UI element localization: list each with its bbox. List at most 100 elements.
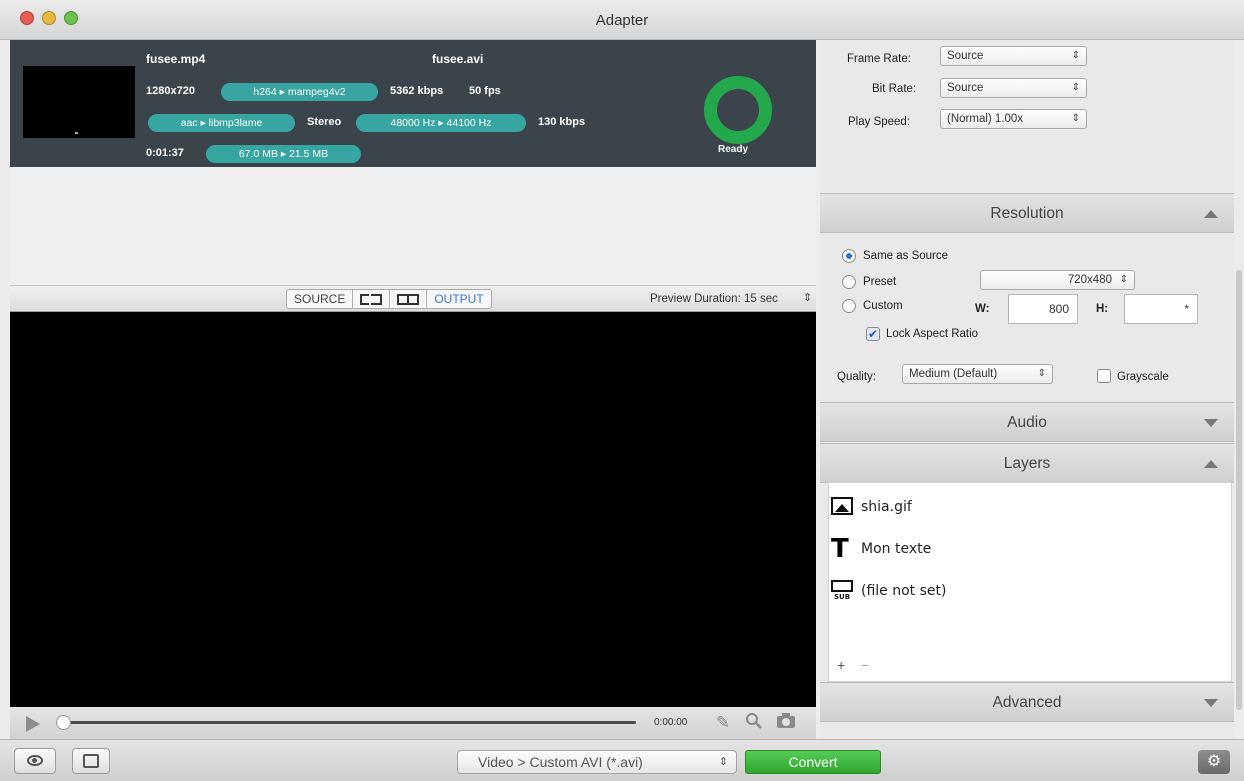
preview-toggle-button[interactable] — [14, 748, 56, 774]
output-format-select[interactable]: Video > Custom AVI (*.avi) ⇕ — [457, 750, 737, 774]
video-bitrate-info: 5362 kbps — [390, 85, 444, 97]
select-arrows-icon: ⇕ — [1037, 368, 1046, 379]
channels-info: Stereo — [307, 116, 342, 128]
bit-rate-value: Source — [947, 82, 984, 94]
frame-rate-value: Source — [947, 50, 984, 62]
output-filename: fusee.avi — [432, 52, 484, 66]
settings-panel: Frame Rate: Source ⇕ Bit Rate: Source ⇕ Pl… — [820, 40, 1234, 739]
text-layer-icon: T — [831, 534, 849, 564]
bottom-bar: Video > Custom AVI (*.avi) ⇕ Convert ⚙ — [0, 739, 1244, 781]
preset-radio[interactable] — [842, 275, 856, 289]
source-mode-button[interactable]: SOURCE — [287, 290, 354, 308]
select-arrows-icon: ⇕ — [1071, 82, 1080, 93]
remove-layer-button[interactable]: − — [861, 657, 869, 673]
custom-label: Custom — [863, 300, 903, 312]
grayscale-checkbox[interactable] — [1097, 369, 1111, 383]
select-arrows-icon: ⇕ — [718, 756, 728, 768]
layers-list: shia.gif T Mon texte SUB (file not set) … — [828, 482, 1232, 682]
layers-section-header[interactable]: Layers — [820, 443, 1234, 483]
quality-select[interactable]: Medium (Default) ⇕ — [902, 364, 1053, 384]
layer-label: Mon texte — [861, 541, 932, 557]
size-pill: 67.0 MB ▸ 21.5 MB — [206, 145, 361, 163]
frame-rate-select[interactable]: Source ⇕ — [940, 46, 1087, 66]
convert-button[interactable]: Convert — [745, 750, 881, 774]
custom-radio[interactable] — [842, 299, 856, 313]
resolution-section-header[interactable]: Resolution — [820, 193, 1234, 233]
status-ring — [704, 76, 772, 144]
expand-icon — [1204, 699, 1218, 707]
image-layer-icon — [831, 497, 853, 515]
window-title: Adapter — [595, 12, 649, 29]
preview-duration-label[interactable]: Preview Duration: 15 sec — [650, 293, 778, 305]
lock-aspect-label: Lock Aspect Ratio — [886, 328, 979, 340]
collapse-icon — [1204, 210, 1218, 218]
status-text: Ready — [718, 144, 749, 155]
settings-scrollbar[interactable] — [1236, 270, 1242, 710]
select-arrows-icon: ⇕ — [1071, 113, 1080, 124]
audio-codec-pill: aac ▸ libmp3lame — [148, 114, 295, 132]
search-icon[interactable] — [743, 712, 765, 734]
collapse-icon — [1204, 460, 1218, 468]
eye-icon — [27, 755, 43, 766]
file-list-empty-area — [10, 167, 816, 285]
width-field[interactable]: 800 — [1008, 294, 1078, 324]
lock-aspect-checkbox[interactable]: ✔ — [866, 327, 880, 341]
audio-title: Audio — [1007, 414, 1047, 431]
height-label: H: — [1096, 303, 1109, 315]
height-field[interactable]: * — [1124, 294, 1198, 324]
play-speed-select[interactable]: (Normal) 1.00x ⇕ — [940, 109, 1087, 129]
layer-label: (file not set) — [861, 583, 947, 599]
play-icon[interactable] — [26, 716, 40, 732]
scrub-knob[interactable] — [56, 715, 71, 730]
gear-icon[interactable]: ⚙ — [1198, 750, 1230, 774]
subtitle-layer-icon-label: SUB — [834, 593, 851, 601]
preview-toolbar: SOURCE OUTPUT Preview Duration: 15 sec ⇕ — [10, 285, 816, 312]
preview-mode-segmented: SOURCE OUTPUT — [286, 289, 492, 309]
same-as-source-label: Same as Source — [863, 250, 949, 262]
preset-value: 720x480 — [1067, 274, 1112, 286]
same-as-source-radio[interactable] — [842, 249, 856, 263]
audio-section-header[interactable]: Audio — [820, 402, 1234, 442]
fps-info: 50 fps — [469, 85, 501, 97]
magic-wand-icon[interactable]: ✎ — [712, 712, 734, 734]
split-view-icon — [360, 293, 383, 305]
split-view-button[interactable] — [353, 290, 391, 308]
output-format-value: Video > Custom AVI (*.avi) — [478, 754, 643, 770]
quality-value: Medium (Default) — [909, 368, 998, 380]
video-thumbnail — [23, 66, 135, 138]
play-speed-label: Play Speed: — [848, 116, 911, 128]
preview-duration-stepper[interactable]: ⇕ — [803, 291, 812, 304]
layers-title: Layers — [1003, 455, 1051, 472]
layer-item-text[interactable]: T Mon texte — [829, 535, 1229, 565]
camera-icon[interactable] — [775, 712, 797, 734]
side-by-side-button[interactable] — [390, 290, 428, 308]
duration-info: 0:01:37 — [146, 147, 184, 159]
preset-label: Preset — [863, 276, 897, 288]
scrub-track[interactable] — [62, 721, 636, 724]
layer-item-image[interactable]: shia.gif — [829, 493, 1229, 523]
timecode: 0:00:00 — [654, 717, 688, 728]
video-preview — [10, 312, 816, 707]
advanced-title: Advanced — [992, 694, 1062, 711]
layer-label: shia.gif — [861, 499, 912, 515]
grayscale-label: Grayscale — [1117, 371, 1169, 383]
resolution-title: Resolution — [990, 205, 1064, 222]
add-layer-button[interactable]: + — [837, 657, 845, 673]
log-button[interactable] — [72, 748, 110, 774]
side-by-side-icon — [397, 293, 420, 305]
file-row[interactable]: fusee.mp4 fusee.avi 1280x720 h264 ▸ mamp… — [10, 40, 816, 167]
audio-bitrate-info: 130 kbps — [538, 116, 586, 128]
expand-icon — [1204, 419, 1218, 427]
advanced-section-header[interactable]: Advanced — [820, 682, 1234, 722]
video-codec-pill: h264 ▸ mampeg4v2 — [221, 83, 378, 101]
bit-rate-select[interactable]: Source ⇕ — [940, 78, 1087, 98]
output-mode-button[interactable]: OUTPUT — [427, 290, 490, 308]
input-filename: fusee.mp4 — [146, 52, 206, 66]
sample-rate-pill: 48000 Hz ▸ 44100 Hz — [356, 114, 526, 132]
play-speed-value: (Normal) 1.00x — [947, 113, 1024, 125]
subtitle-layer-icon — [831, 580, 853, 592]
preset-select[interactable]: 720x480 ⇕ — [980, 270, 1135, 290]
layer-item-subtitle[interactable]: SUB (file not set) — [829, 577, 1229, 607]
bit-rate-label: Bit Rate: — [872, 83, 917, 95]
select-arrows-icon: ⇕ — [1119, 274, 1128, 285]
